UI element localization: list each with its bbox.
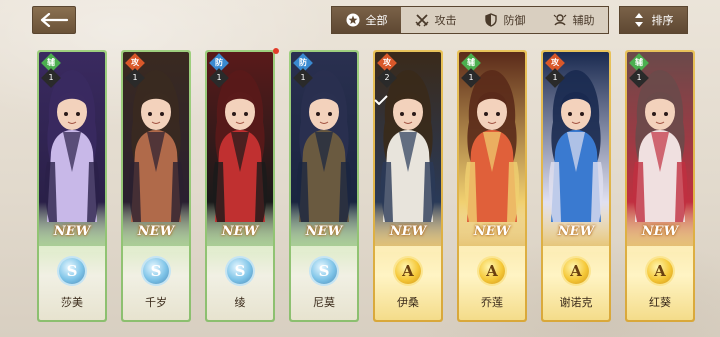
card-inner: 辅 1 NEW A 乔莲: [459, 52, 525, 320]
rank-medal-icon: S: [143, 258, 169, 284]
filter-tab-attack[interactable]: 攻击: [401, 7, 470, 33]
character-card[interactable]: 攻 1 NEW S 千岁: [121, 50, 191, 322]
character-card[interactable]: 辅 1 NEW S 莎美: [37, 50, 107, 322]
role-filter-bar: 全部 攻击 防御 辅助: [331, 6, 609, 34]
filter-tab-label: 全部: [365, 14, 388, 27]
support-icon: [553, 13, 567, 27]
card-inner: 防 1 NEW S 绫: [207, 52, 273, 320]
rank-medal-icon: A: [479, 258, 505, 284]
filter-tab-label: 辅助: [572, 14, 595, 27]
rank-label: A: [570, 262, 582, 280]
character-name: 谢诺克: [559, 296, 593, 309]
level-label: 1: [132, 73, 138, 82]
role-badge: 攻 1: [545, 53, 565, 88]
new-badge: NEW: [641, 224, 679, 239]
level-label: 1: [468, 73, 474, 82]
filter-tab-support[interactable]: 辅助: [539, 7, 608, 33]
new-badge: NEW: [137, 224, 175, 239]
role-badge: 辅 1: [41, 53, 61, 88]
rank-label: A: [402, 262, 414, 280]
rank-label: S: [150, 262, 162, 280]
rank-medal-icon: S: [227, 258, 253, 284]
back-arrow-icon: [40, 13, 69, 27]
character-name: 尼莫: [313, 296, 335, 309]
rank-label: S: [234, 262, 246, 280]
card-inner: 辅 1 NEW A 红葵: [627, 52, 693, 320]
character-name: 绫: [234, 296, 246, 309]
card-inner: 防 1 NEW S 尼莫: [291, 52, 357, 320]
filter-tab-defense[interactable]: 防御: [470, 7, 539, 33]
level-label: 1: [552, 73, 558, 82]
character-name: 千岁: [145, 296, 167, 309]
filter-tab-label: 攻击: [434, 14, 457, 27]
card-inner: 辅 1 NEW S 莎美: [39, 52, 105, 320]
level-label: 1: [216, 73, 222, 82]
sort-button[interactable]: 排序: [619, 6, 688, 34]
new-badge: NEW: [557, 224, 595, 239]
back-button[interactable]: [32, 6, 76, 34]
rank-label: S: [66, 262, 78, 280]
rank-medal-icon: S: [59, 258, 85, 284]
character-name: 伊桑: [397, 296, 419, 309]
character-name: 莎美: [61, 296, 83, 309]
card-inner: 攻 1 NEW S 千岁: [123, 52, 189, 320]
role-badge: 攻 1: [125, 53, 145, 88]
character-card[interactable]: 辅 1 NEW A 红葵: [625, 50, 695, 322]
character-name: 乔莲: [481, 296, 503, 309]
rank-label: S: [318, 262, 330, 280]
checkmark-icon: [374, 90, 388, 109]
role-badge: 辅 1: [461, 53, 481, 88]
role-badge: 防 1: [209, 53, 229, 88]
rank-medal-icon: A: [647, 258, 673, 284]
rank-label: A: [486, 262, 498, 280]
new-badge: NEW: [389, 224, 427, 239]
card-inner: 攻 1 NEW A 谢诺克: [543, 52, 609, 320]
rank-medal-icon: A: [563, 258, 589, 284]
character-card[interactable]: 攻 1 NEW A 谢诺克: [541, 50, 611, 322]
crossed-swords-icon: [414, 13, 429, 27]
new-badge: NEW: [53, 224, 91, 239]
rank-medal-icon: S: [311, 258, 337, 284]
level-label: 1: [636, 73, 642, 82]
character-card[interactable]: 防 1 NEW S 绫: [205, 50, 275, 322]
character-name: 红葵: [649, 296, 671, 309]
background: [0, 0, 720, 337]
character-card[interactable]: 辅 1 NEW A 乔莲: [457, 50, 527, 322]
level-label: 2: [384, 73, 390, 82]
sort-arrows-icon: [634, 13, 643, 27]
filter-tab-label: 防御: [503, 14, 526, 27]
role-badge: 辅 1: [629, 53, 649, 88]
rank-medal-icon: A: [395, 258, 421, 284]
rank-label: A: [654, 262, 666, 280]
new-badge: NEW: [305, 224, 343, 239]
shield-icon: [484, 13, 498, 27]
role-badge: 防 1: [293, 53, 313, 88]
star-icon: [346, 13, 360, 27]
level-label: 1: [48, 73, 54, 82]
new-badge: NEW: [473, 224, 511, 239]
new-badge: NEW: [221, 224, 259, 239]
level-label: 1: [300, 73, 306, 82]
sort-label: 排序: [651, 14, 674, 27]
role-badge: 攻 2: [377, 53, 397, 88]
character-card[interactable]: 防 1 NEW S 尼莫: [289, 50, 359, 322]
filter-tab-all[interactable]: 全部: [332, 7, 401, 33]
notification-dot: [273, 48, 279, 54]
